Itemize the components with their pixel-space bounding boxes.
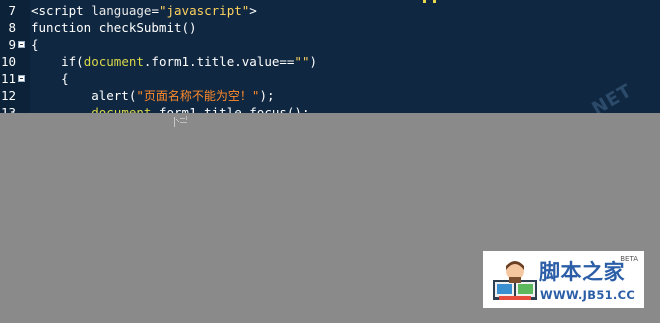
code-token: "" [294,54,310,69]
code-token: document [83,54,144,69]
line-number: 7 [8,3,16,18]
fold-toggle-icon[interactable] [18,41,25,48]
code-line[interactable]: alert("页面名称不能为空！"); [31,87,275,104]
code-token: language [91,3,152,18]
code-token: .form1.title.value== [143,54,295,69]
code-line[interactable]: if(document.form1.title.value=="") [31,53,317,70]
code-token: <script [31,3,92,18]
code-token: function checkSubmit() [31,20,197,35]
code-token: > [249,3,257,18]
code-token: { [31,37,39,52]
mascot-icon [493,261,537,300]
code-line[interactable]: function checkSubmit() [31,19,197,36]
line-number: 9 [8,37,16,52]
logo-url: WWW.JB51.CC [540,288,636,302]
code-line[interactable]: { [31,70,69,87]
line-number: 12 [0,88,16,103]
fold-toggle-icon[interactable] [18,75,25,82]
code-token: { [31,71,69,86]
line-number-gutter: 7891011121314 [0,0,30,124]
code-token: ); [259,88,275,103]
code-token: ) [309,54,318,69]
code-token: if( [31,54,84,69]
logo-name: 脚本之家 [539,260,625,284]
code-token: 页面名称不能为空！ [143,89,252,103]
line-number: 11 [0,71,16,86]
code-line[interactable]: { [31,36,39,53]
code-token: alert( [31,88,137,103]
code-token: = [151,3,159,18]
site-logo[interactable]: BETA 脚本之家 WWW.JB51.CC [483,251,644,308]
line-number: 10 [0,54,16,69]
line-number: 8 [8,20,16,35]
code-editor[interactable]: 7891011121314 <script language="javascri… [0,0,660,124]
brace-icon [423,0,436,3]
code-token: "javascript" [158,3,250,18]
code-token: " [136,88,144,103]
code-line[interactable]: <script language="javascript"> [31,2,257,19]
mouse-cursor-icon [174,116,187,127]
